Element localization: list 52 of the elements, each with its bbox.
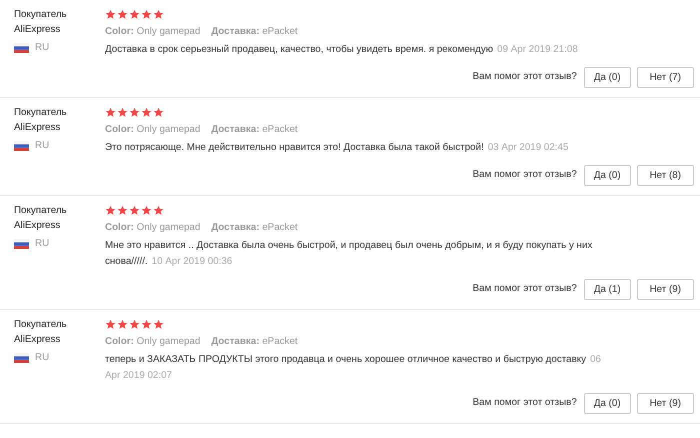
- country-code: RU: [35, 41, 50, 55]
- flag-icon: [14, 353, 29, 364]
- no-button[interactable]: Нет (8): [636, 165, 694, 186]
- star-icon: [117, 106, 128, 118]
- star-icon: [153, 8, 164, 20]
- star-icon: [105, 204, 116, 216]
- star-icon: [153, 318, 164, 330]
- product-options: Color: Only gamepad Доставка: ePacket: [105, 123, 694, 137]
- product-options: Color: Only gamepad Доставка: ePacket: [105, 25, 694, 39]
- review-text: Доставка в срок серьезный продавец, качество, чтобы увидеть время. я рекомендую 09 Apr 2019 21:08: [105, 43, 579, 57]
- yes-button[interactable]: Да (1): [584, 279, 631, 300]
- star-icon: [141, 106, 152, 118]
- review-text: Мне это нравится .. Доставка была очень быстрой, и продавец был очень добрым, и я буду покупать у них снова/////. 10 Apr 2019 00:36: [105, 239, 594, 269]
- helpful-question: Вам помог этот отзыв?: [472, 396, 577, 410]
- author-name: Покупатель AliExpress: [14, 204, 68, 233]
- country-code: RU: [35, 237, 50, 251]
- star-icon: [117, 318, 128, 330]
- helpful-question: Вам помог этот отзыв?: [472, 282, 577, 296]
- helpful-question: Вам помог этот отзыв?: [472, 168, 577, 182]
- helpful-question: Вам помог этот отзыв?: [472, 70, 577, 84]
- product-options: Color: Only gamepad Доставка: ePacket: [105, 221, 694, 235]
- star-icon: [105, 318, 116, 330]
- country-code: RU: [35, 139, 50, 153]
- star-icon: [105, 106, 116, 118]
- star-icon: [141, 8, 152, 20]
- yes-button[interactable]: Да (0): [584, 67, 631, 88]
- star-icon: [153, 106, 164, 118]
- star-icon: [129, 8, 140, 20]
- country-code: RU: [35, 351, 50, 365]
- review-text: Это потрясающе. Мне действительно нравится это! Доставка была такой быстрой! 03 Apr 2019 02:45: [105, 141, 570, 155]
- star-icon: [141, 204, 152, 216]
- flag-icon: [14, 141, 29, 152]
- author-name: Покупатель AliExpress: [14, 318, 68, 347]
- star-icon: [153, 204, 164, 216]
- star-icon: [141, 318, 152, 330]
- review-text: теперь и ЗАКАЗАТЬ ПРОДУКТЫ этого продавца и очень хорошее отличное качество и быструю доставку 06 Apr 2019 02:07: [105, 353, 602, 383]
- no-button[interactable]: Нет (9): [636, 279, 694, 300]
- yes-button[interactable]: Да (0): [584, 165, 631, 186]
- star-icon: [117, 8, 128, 20]
- star-icon: [117, 204, 128, 216]
- star-icon: [105, 8, 116, 20]
- flag-icon: [14, 43, 29, 54]
- star-icon: [129, 318, 140, 330]
- author-name: Покупатель AliExpress: [14, 8, 68, 37]
- author-name: Покупатель AliExpress: [14, 106, 68, 135]
- star-icon: [129, 204, 140, 216]
- flag-icon: [14, 239, 29, 250]
- no-button[interactable]: Нет (9): [636, 393, 694, 414]
- product-options: Color: Only gamepad Доставка: ePacket: [105, 335, 694, 349]
- no-button[interactable]: Нет (7): [636, 67, 694, 88]
- yes-button[interactable]: Да (0): [584, 393, 631, 414]
- star-icon: [129, 106, 140, 118]
